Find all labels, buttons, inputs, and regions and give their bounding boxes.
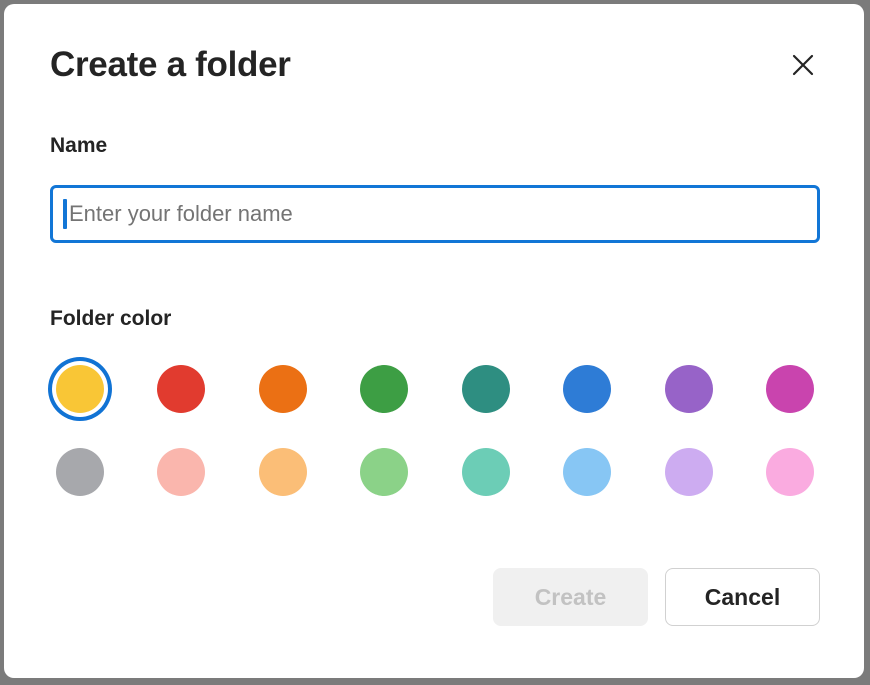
name-field-label: Name: [50, 134, 820, 158]
folder-name-input[interactable]: [50, 185, 820, 243]
folder-color-grid-row-1: [50, 365, 820, 413]
create-folder-dialog: Create a folder Name Folder color Create…: [4, 4, 864, 678]
dialog-header: Create a folder: [50, 44, 820, 86]
folder-color-grid-row-2: [50, 448, 820, 496]
color-swatch-light-red[interactable]: [157, 448, 205, 496]
folder-color-label: Folder color: [50, 307, 820, 331]
close-button[interactable]: [786, 48, 820, 82]
color-swatch-teal[interactable]: [462, 365, 510, 413]
color-swatch-light-purple[interactable]: [665, 448, 713, 496]
color-swatch-orange[interactable]: [259, 365, 307, 413]
color-swatch-gray[interactable]: [56, 448, 104, 496]
dialog-title: Create a folder: [50, 44, 291, 86]
color-swatch-red[interactable]: [157, 365, 205, 413]
color-swatch-light-green[interactable]: [360, 448, 408, 496]
color-swatch-blue[interactable]: [563, 365, 611, 413]
color-swatch-magenta[interactable]: [766, 365, 814, 413]
color-swatch-light-pink[interactable]: [766, 448, 814, 496]
color-swatch-green[interactable]: [360, 365, 408, 413]
color-swatch-light-teal[interactable]: [462, 448, 510, 496]
dialog-footer: Create Cancel: [50, 568, 820, 626]
name-input-wrap: [50, 185, 820, 243]
color-swatch-yellow[interactable]: [56, 365, 104, 413]
color-swatch-purple[interactable]: [665, 365, 713, 413]
color-swatch-light-orange[interactable]: [259, 448, 307, 496]
close-icon: [788, 50, 818, 80]
create-button[interactable]: Create: [493, 568, 648, 626]
cancel-button[interactable]: Cancel: [665, 568, 820, 626]
color-swatch-light-blue[interactable]: [563, 448, 611, 496]
